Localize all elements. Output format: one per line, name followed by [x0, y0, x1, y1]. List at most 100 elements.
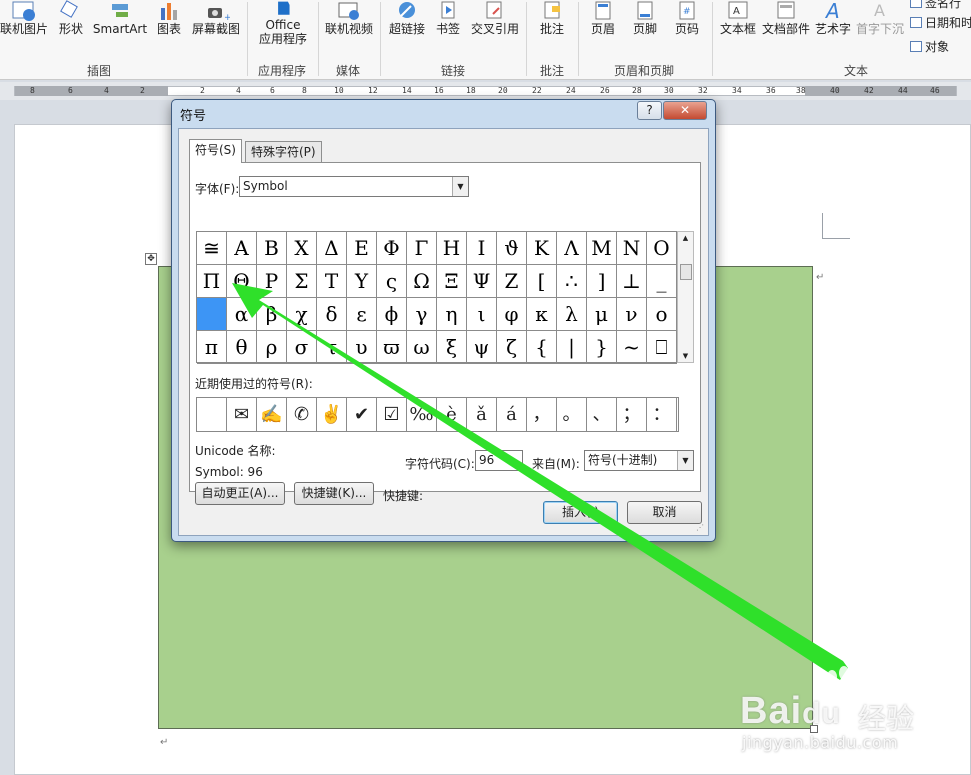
scroll-up-icon[interactable]: ▲ [678, 234, 693, 242]
symbol-cell[interactable]: κ [527, 298, 557, 331]
symbol-cell[interactable]: Μ [587, 232, 617, 265]
recent-symbol-cell[interactable]: 、 [587, 398, 617, 431]
symbol-cell[interactable]: Χ [287, 232, 317, 265]
quick-parts-button[interactable]: 文档部件 [760, 0, 812, 62]
symbol-cell[interactable]: Ν [617, 232, 647, 265]
shapes-button[interactable]: 形状 [54, 0, 88, 62]
text-box-button[interactable]: A 文本框 [716, 0, 760, 62]
symbol-cell[interactable]: ξ [437, 331, 467, 364]
recent-symbol-cell[interactable]: ✌ [317, 398, 347, 431]
recent-symbol-cell[interactable]: ✆ [287, 398, 317, 431]
drop-cap-button[interactable]: A 首字下沉 [854, 0, 906, 62]
symbol-cell[interactable]: Π [197, 265, 227, 298]
recent-symbol-cell[interactable]: ǎ [467, 398, 497, 431]
recent-symbol-cell[interactable]: ☑ [377, 398, 407, 431]
symbol-cell[interactable]: Σ [287, 265, 317, 298]
symbol-cell[interactable]: } [587, 331, 617, 364]
recent-symbol-cell[interactable]: ‰ [407, 398, 437, 431]
symbol-cell[interactable]: Ψ [467, 265, 497, 298]
symbol-cell[interactable]: | [557, 331, 587, 364]
symbol-cell[interactable]: φ [497, 298, 527, 331]
symbol-cell[interactable]: Λ [557, 232, 587, 265]
page-number-button[interactable]: # 页码 [668, 0, 706, 62]
recent-symbol-cell[interactable]: 。 [557, 398, 587, 431]
date-time-button[interactable]: 日期和时间 [910, 14, 971, 31]
symbol-cell[interactable]: ⎕ [647, 331, 677, 364]
symbol-cell[interactable]: ο [647, 298, 677, 331]
symbol-cell[interactable]: σ [287, 331, 317, 364]
recent-symbol-cell[interactable]: ✍ [257, 398, 287, 431]
symbol-cell[interactable]: Ρ [257, 265, 287, 298]
symbol-cell[interactable]: ε [347, 298, 377, 331]
symbol-cell[interactable]: Ξ [437, 265, 467, 298]
help-button[interactable]: ? [637, 101, 662, 120]
symbol-cell[interactable]: υ [347, 331, 377, 364]
symbol-cell[interactable]: ~ [617, 331, 647, 364]
bookmark-button[interactable]: 书签 [432, 0, 464, 62]
autocorrect-button[interactable]: 自动更正(A)... [195, 482, 285, 505]
footer-button[interactable]: 页脚 [626, 0, 664, 62]
symbol-cell[interactable]: ρ [257, 331, 287, 364]
symbol-cell[interactable]: Φ [377, 232, 407, 265]
symbol-cell[interactable]: ς [377, 265, 407, 298]
symbol-cell[interactable]: Η [437, 232, 467, 265]
symbol-cell[interactable]: π [197, 331, 227, 364]
symbol-cell[interactable]: Ο [647, 232, 677, 265]
cross-reference-button[interactable]: 交叉引用 [468, 0, 522, 62]
cancel-button[interactable]: 取消 [627, 501, 702, 524]
online-video-button[interactable]: 联机视频 [322, 0, 376, 62]
symbol-cell-selected[interactable] [197, 298, 227, 331]
symbol-cell[interactable]: Ω [407, 265, 437, 298]
recent-symbol-cell[interactable]: ✔ [347, 398, 377, 431]
resize-grip-icon[interactable]: ⋰ [696, 523, 706, 533]
symbol-cell[interactable]: Ζ [497, 265, 527, 298]
comment-button[interactable]: 批注 [532, 0, 572, 62]
online-picture-button[interactable]: 联机图片 [0, 0, 48, 62]
symbol-cell[interactable]: η [437, 298, 467, 331]
symbol-cell[interactable]: { [527, 331, 557, 364]
scroll-down-icon[interactable]: ▼ [678, 352, 693, 360]
symbol-cell[interactable]: Α [227, 232, 257, 265]
symbol-cell[interactable]: ≅ [197, 232, 227, 265]
recent-symbol-cell[interactable] [197, 398, 227, 431]
symbol-cell[interactable]: θ [227, 331, 257, 364]
symbol-cell[interactable]: Κ [527, 232, 557, 265]
insert-button[interactable]: 插入(I) [543, 501, 618, 524]
font-select[interactable]: Symbol ▼ [239, 176, 469, 197]
recent-symbol-cell[interactable]: ； [617, 398, 647, 431]
symbol-cell[interactable]: Γ [407, 232, 437, 265]
symbol-cell[interactable]: γ [407, 298, 437, 331]
symbol-cell[interactable]: ζ [497, 331, 527, 364]
symbol-cell[interactable]: _ [647, 265, 677, 298]
symbol-cell[interactable]: ν [617, 298, 647, 331]
symbol-cell[interactable]: ⊥ [617, 265, 647, 298]
screenshot-button[interactable]: + 屏幕截图 [190, 0, 242, 62]
recent-symbol-cell[interactable]: á [497, 398, 527, 431]
symbol-cell[interactable]: Υ [347, 265, 377, 298]
symbol-cell[interactable]: ] [587, 265, 617, 298]
symbol-cell[interactable]: Θ [227, 265, 257, 298]
symbol-grid-scrollbar[interactable]: ▲ ▼ [677, 231, 694, 363]
symbol-cell[interactable]: μ [587, 298, 617, 331]
object-button[interactable]: 对象 [910, 38, 949, 55]
symbol-cell[interactable]: ∴ [557, 265, 587, 298]
symbol-cell[interactable]: ω [407, 331, 437, 364]
from-select[interactable]: 符号(十进制) ▼ [584, 450, 694, 471]
symbol-cell[interactable]: χ [287, 298, 317, 331]
tab-special-characters[interactable]: 特殊字符(P) [245, 141, 322, 163]
symbol-cell[interactable]: Β [257, 232, 287, 265]
recent-symbol-cell[interactable]: è [437, 398, 467, 431]
symbol-cell[interactable]: Ι [467, 232, 497, 265]
symbol-cell[interactable]: Ε [347, 232, 377, 265]
chart-button[interactable]: 图表 [152, 0, 186, 62]
symbol-cell[interactable]: λ [557, 298, 587, 331]
symbol-cell[interactable]: δ [317, 298, 347, 331]
tab-symbols[interactable]: 符号(S) [189, 139, 242, 163]
hyperlink-button[interactable]: 超链接 [385, 0, 429, 62]
symbol-cell[interactable]: ι [467, 298, 497, 331]
move-handle-icon[interactable]: ✥ [145, 253, 157, 265]
symbol-cell[interactable]: ϖ [377, 331, 407, 364]
symbol-cell[interactable]: Τ [317, 265, 347, 298]
symbol-cell[interactable]: τ [317, 331, 347, 364]
recent-symbol-cell[interactable]: ✉ [227, 398, 257, 431]
